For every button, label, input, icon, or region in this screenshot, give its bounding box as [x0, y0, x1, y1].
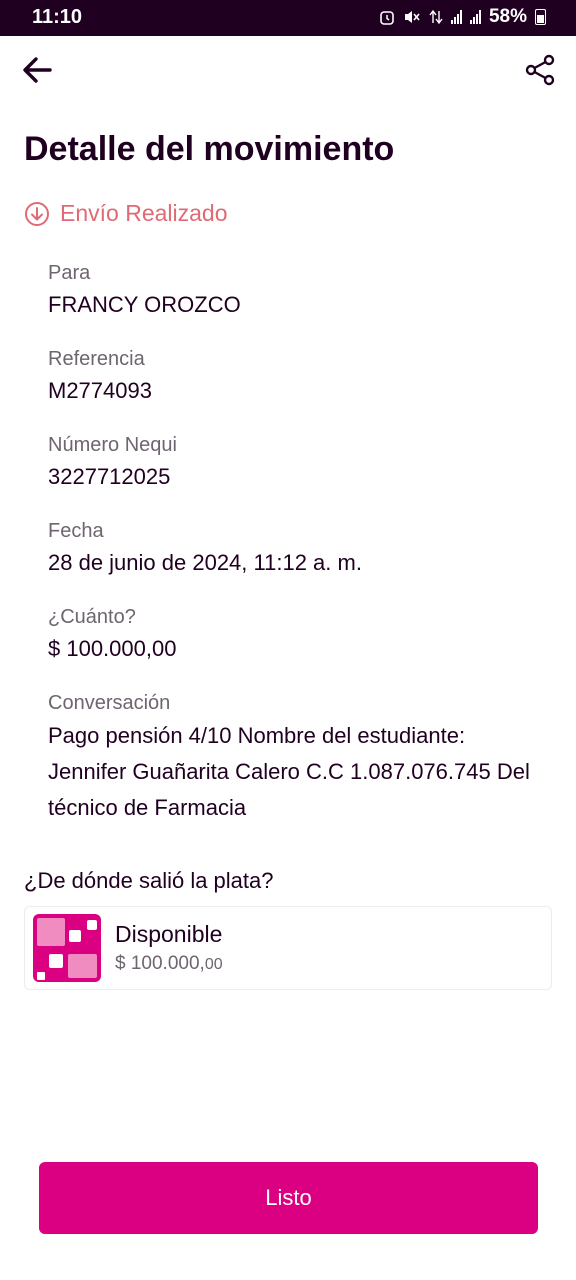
back-button[interactable]	[18, 52, 58, 88]
share-icon	[525, 54, 555, 86]
status-icons: 58%	[379, 6, 546, 28]
pocket-squares-icon	[37, 918, 97, 980]
source-amount-main: $ 100.000,	[115, 953, 205, 974]
field-conversation: Conversación Pago pensión 4/10 Nombre de…	[48, 688, 548, 826]
status-time: 11:10	[32, 6, 83, 28]
field-value: $ 100.000,00	[48, 636, 177, 661]
field-value: M2774093	[48, 378, 152, 403]
mute-icon	[404, 11, 420, 23]
arrow-down-circle-icon	[25, 201, 49, 226]
field-nequi-number: Número Nequi 3227712025	[48, 430, 548, 494]
pocket-icon	[33, 914, 101, 982]
top-bar	[0, 36, 576, 106]
source-amount: $ 100.000,00	[115, 953, 223, 975]
field-value: FRANCY OROZCO	[48, 292, 241, 317]
battery-percent: 58%	[488, 6, 527, 27]
page-title: Detalle del movimiento	[24, 130, 395, 168]
field-label: Referencia	[48, 348, 145, 370]
alarm-icon	[380, 11, 394, 25]
field-label: Número Nequi	[48, 434, 177, 456]
field-amount: ¿Cuánto? $ 100.000,00	[48, 602, 548, 666]
field-label: ¿Cuánto?	[48, 606, 136, 628]
field-label: Para	[48, 262, 91, 284]
share-button[interactable]	[522, 52, 558, 88]
field-recipient: Para FRANCY OROZCO	[48, 258, 548, 322]
arrow-left-icon	[23, 57, 52, 83]
battery-icon	[535, 9, 546, 25]
signal-icon	[450, 10, 462, 24]
status-bar: 11:10 58%	[0, 0, 576, 36]
signal-icon-2	[469, 10, 481, 24]
field-reference: Referencia M2774093	[48, 344, 548, 408]
source-amount-cents: 00	[204, 956, 223, 973]
source-name: Disponible	[115, 921, 223, 947]
field-value: 28 de junio de 2024, 11:12 a. m.	[48, 550, 362, 575]
source-card: Disponible $ 100.000,00	[24, 906, 552, 990]
data-transfer-icon	[429, 9, 443, 25]
transaction-status: Envío Realizado	[24, 200, 228, 227]
transaction-status-label: Envío Realizado	[60, 200, 228, 226]
done-button[interactable]: Listo	[39, 1162, 538, 1234]
source-title: ¿De dónde salió la plata?	[24, 868, 274, 893]
field-label: Conversación	[48, 692, 171, 714]
field-value: 3227712025	[48, 464, 171, 489]
field-date: Fecha 28 de junio de 2024, 11:12 a. m.	[48, 516, 548, 580]
transaction-details: Para FRANCY OROZCO Referencia M2774093 N…	[48, 258, 548, 848]
field-label: Fecha	[48, 520, 104, 542]
field-value: Pago pensión 4/10 Nombre del estudiante:…	[48, 723, 530, 820]
